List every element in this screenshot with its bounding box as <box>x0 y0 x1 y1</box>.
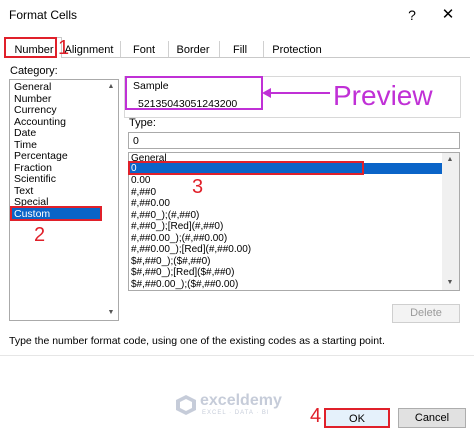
step-2-label: 2 <box>34 224 46 246</box>
category-item-currency[interactable]: Currency <box>14 104 57 116</box>
tab-protection[interactable]: Protection <box>267 40 327 58</box>
format-scroll-up-icon[interactable]: ▲ <box>445 155 455 165</box>
step-1-label: 1 <box>58 37 70 59</box>
watermark-name: exceldemy <box>200 392 282 409</box>
format-item[interactable]: 0.00 <box>131 175 150 187</box>
category-item-percentage[interactable]: Percentage <box>14 150 68 162</box>
tab-fill[interactable]: Fill <box>223 40 257 58</box>
format-item[interactable]: $#,##0.00_);($#,##0.00) <box>131 279 238 291</box>
format-scroll-down-icon[interactable]: ▼ <box>445 278 455 288</box>
format-scrollbar[interactable] <box>442 153 459 290</box>
watermark: exceldemy EXCEL · DATA · BI <box>175 392 315 420</box>
category-item-date[interactable]: Date <box>14 127 36 139</box>
type-label: Type: <box>129 117 156 129</box>
window-title: Format Cells <box>9 8 78 22</box>
format-item[interactable]: #,##0_);[Red](#,##0) <box>131 221 223 233</box>
highlight-sample <box>125 76 263 110</box>
highlight-custom-category <box>10 206 102 221</box>
category-item-general[interactable]: General <box>14 81 51 93</box>
format-item[interactable]: #,##0.00_);[Red](#,##0.00) <box>131 244 251 256</box>
cancel-button[interactable]: Cancel <box>398 408 466 428</box>
footer-divider <box>0 355 474 356</box>
watermark-logo-icon <box>176 395 196 415</box>
type-input-value: 0 <box>133 135 139 147</box>
tab-border[interactable]: Border <box>172 40 214 58</box>
highlight-format-zero <box>128 161 364 175</box>
tab-separator <box>120 41 121 57</box>
tab-separator <box>219 41 220 57</box>
hint-text: Type the number format code, using one o… <box>9 335 385 347</box>
tab-alignment[interactable]: Alignment <box>63 40 115 58</box>
close-button[interactable]: ✕ <box>437 5 459 25</box>
watermark-tagline: EXCEL · DATA · BI <box>202 410 270 416</box>
format-item[interactable]: $#,##0_);[Red]($#,##0) <box>131 267 234 279</box>
type-input[interactable] <box>128 132 460 149</box>
format-item[interactable]: #,##0.00 <box>131 198 170 210</box>
category-scroll-down-icon[interactable]: ▼ <box>106 308 116 318</box>
preview-arrow-icon <box>262 88 330 98</box>
title-bar: Format Cells ? ✕ <box>0 0 474 30</box>
tab-separator <box>263 41 264 57</box>
category-label: Category: <box>10 65 58 77</box>
help-button[interactable]: ? <box>402 5 422 25</box>
highlight-number-tab <box>4 37 57 58</box>
ok-button[interactable]: OK <box>324 408 390 428</box>
category-scroll-up-icon[interactable]: ▲ <box>106 82 116 92</box>
step-3-label: 3 <box>192 176 204 198</box>
category-item-scientific[interactable]: Scientific <box>14 173 56 185</box>
preview-annotation: Preview <box>333 80 433 111</box>
tab-font[interactable]: Font <box>124 40 164 58</box>
delete-button[interactable]: Delete <box>392 304 460 323</box>
tab-separator <box>168 41 169 57</box>
step-4-label: 4 <box>310 405 322 427</box>
